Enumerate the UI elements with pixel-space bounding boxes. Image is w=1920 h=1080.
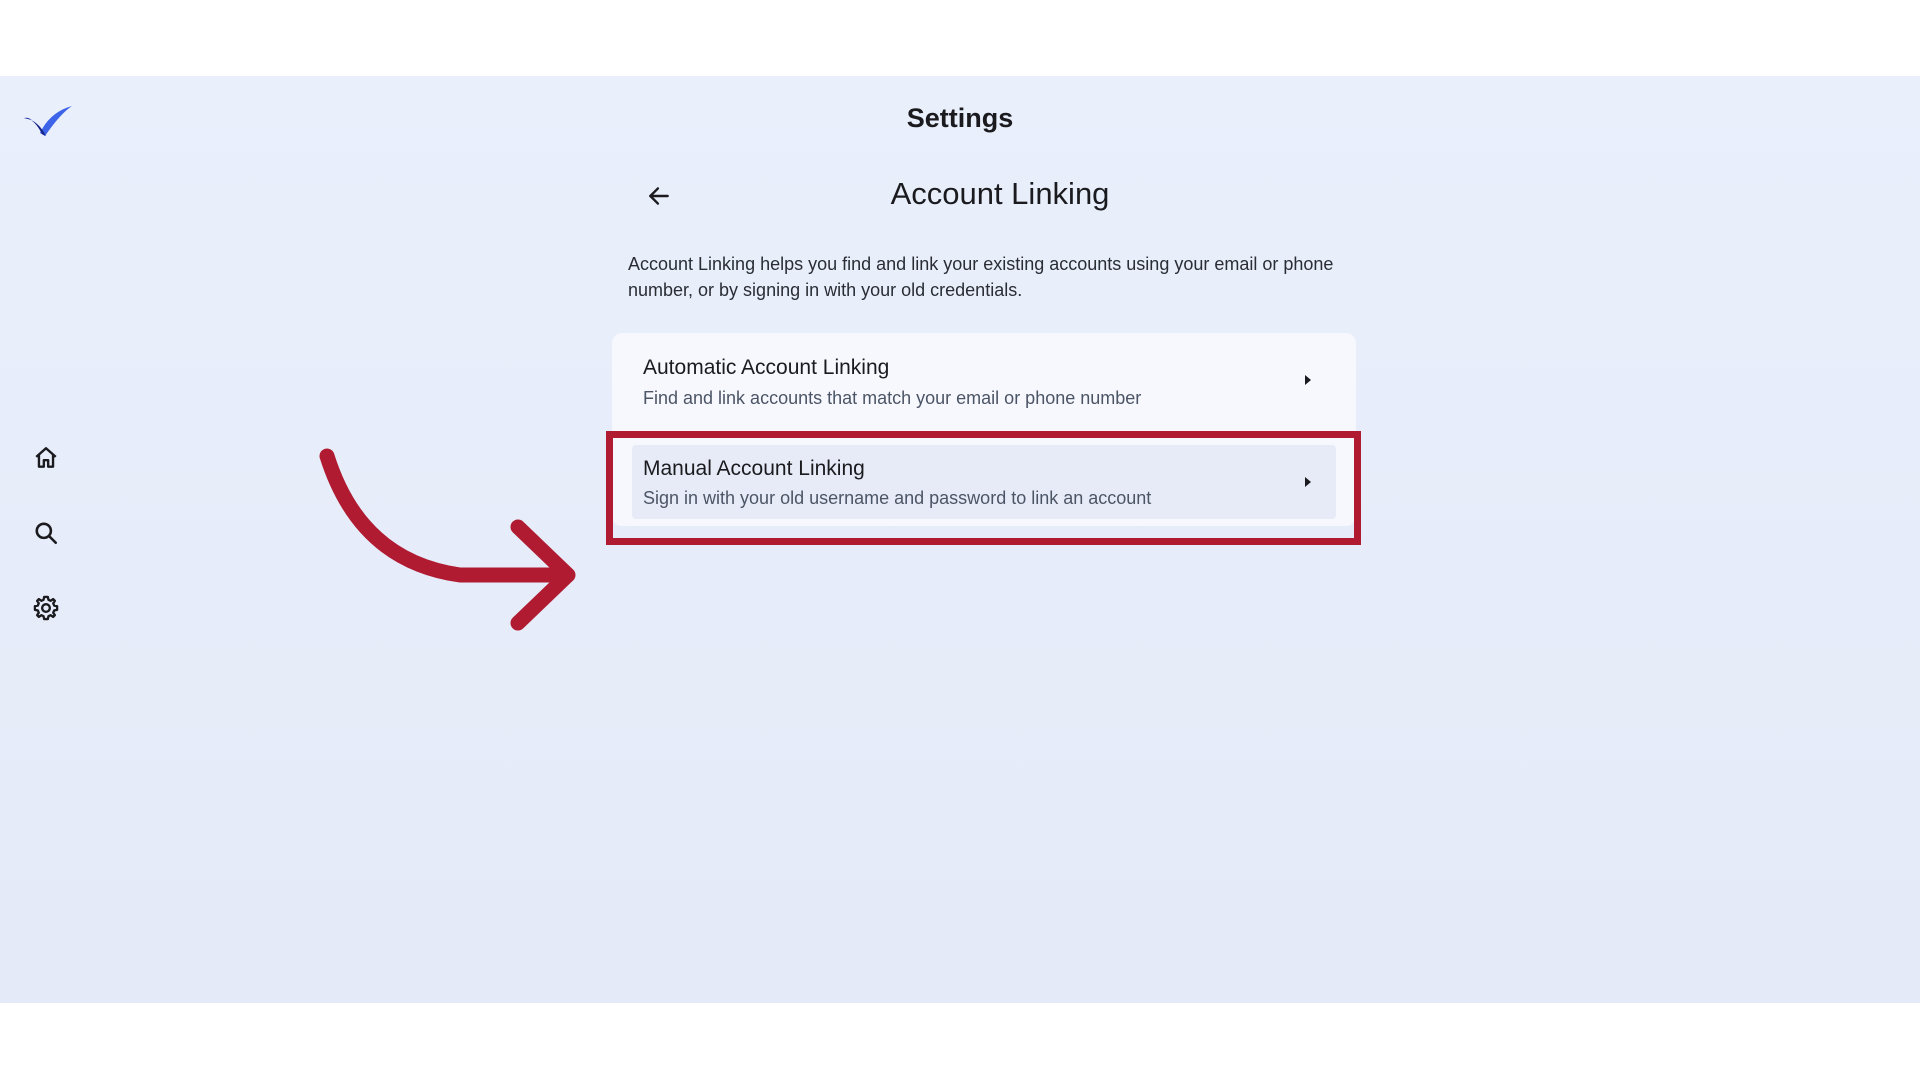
gear-icon[interactable]: [30, 592, 62, 624]
manual-account-linking-option[interactable]: Manual Account Linking Sign in with your…: [632, 445, 1336, 519]
back-button[interactable]: [640, 177, 678, 215]
app-window: Settings Account Linking Account Linking…: [0, 76, 1920, 1003]
page-description: Account Linking helps you find and link …: [628, 254, 1334, 300]
page-title: Account Linking: [890, 176, 1110, 211]
arrow-left-icon: [649, 187, 669, 205]
screenshot-stage: Settings Account Linking Account Linking…: [0, 0, 1920, 1080]
search-icon[interactable]: [30, 517, 62, 549]
option-title: Manual Account Linking: [643, 457, 865, 480]
option-subtitle: Sign in with your old username and passw…: [643, 488, 1152, 508]
option-title: Automatic Account Linking: [643, 356, 890, 379]
options-card: Automatic Account Linking Find and link …: [612, 333, 1356, 526]
chevron-right-icon: [1305, 375, 1311, 385]
option-subtitle: Find and link accounts that match your e…: [643, 388, 1142, 408]
chevron-right-icon: [1305, 477, 1311, 487]
page-header-title: Settings: [906, 103, 1014, 133]
home-icon[interactable]: [30, 442, 62, 474]
automatic-account-linking-option[interactable]: Automatic Account Linking Find and link …: [632, 343, 1336, 417]
annotation-arrow-icon: [319, 448, 576, 631]
